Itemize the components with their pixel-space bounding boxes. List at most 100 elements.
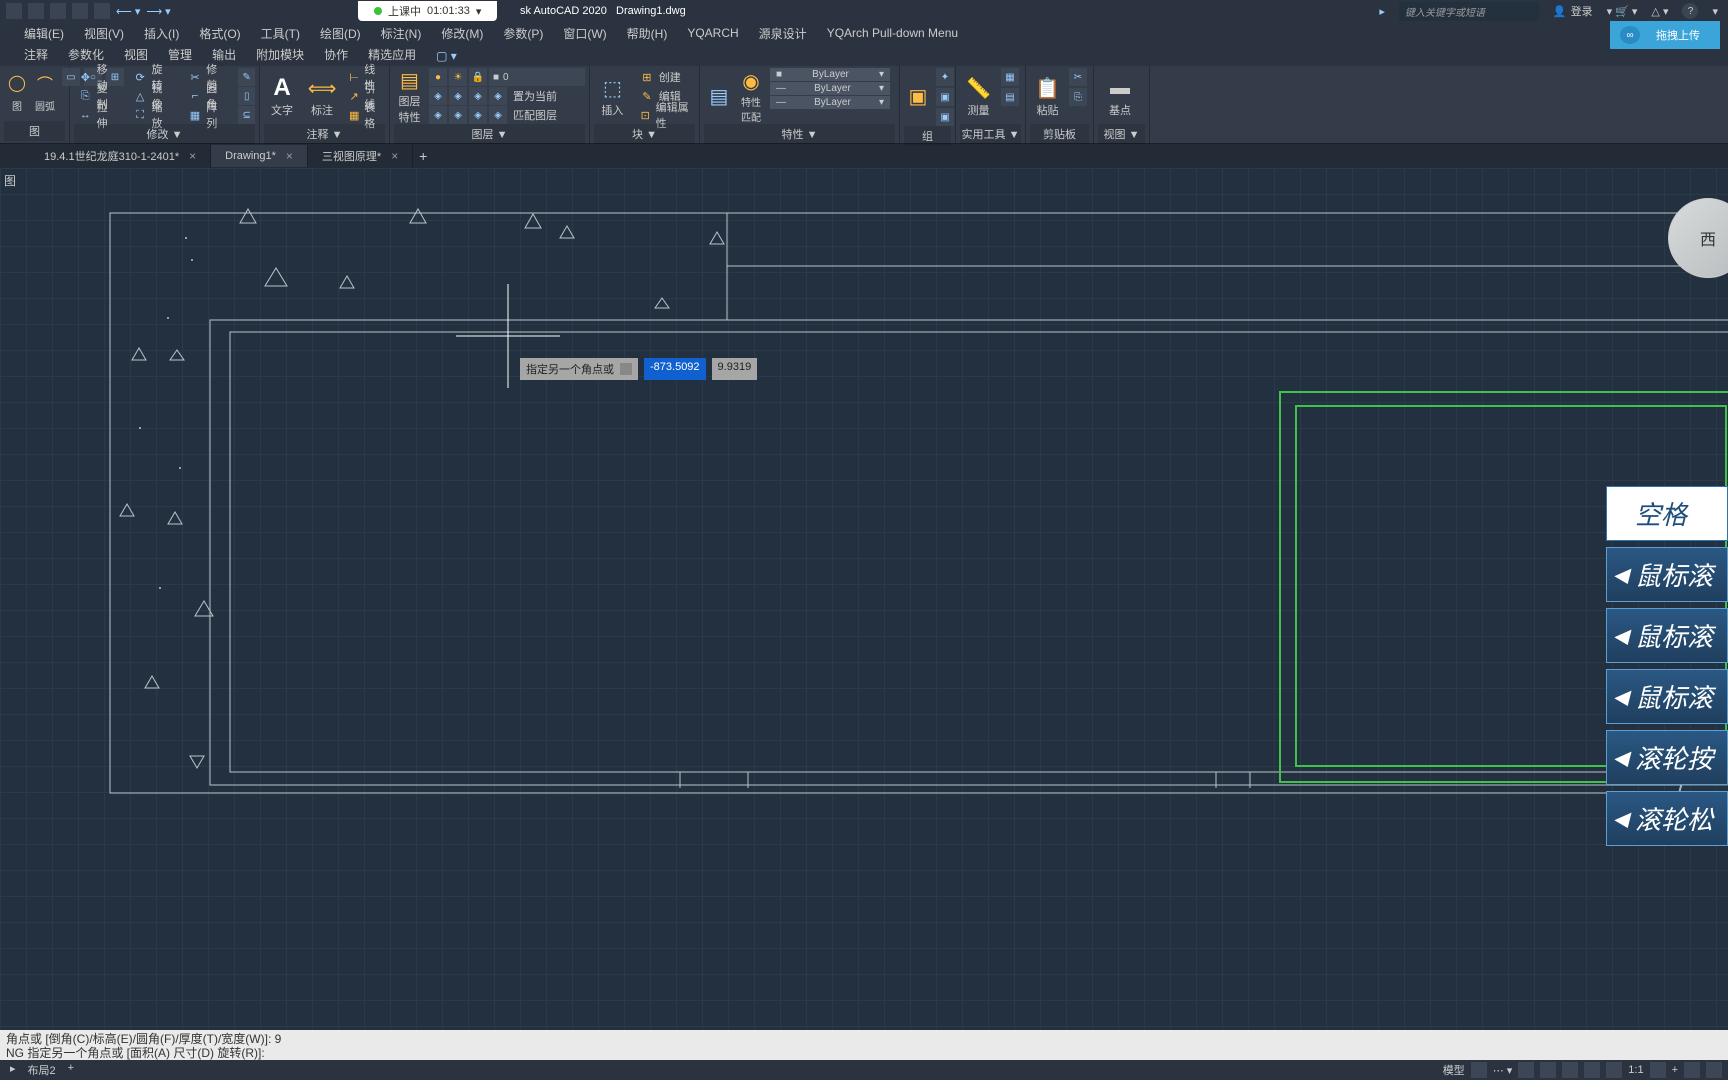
panel-draw-label[interactable]: 图 [4, 121, 65, 141]
sb-polar-icon[interactable] [1562, 1062, 1578, 1078]
sb-osnap-icon[interactable] [1584, 1062, 1600, 1078]
menu-insert[interactable]: 插入(I) [134, 22, 189, 45]
qat-open-icon[interactable] [50, 3, 66, 19]
layer-tool-1-icon[interactable]: ◈ [429, 87, 447, 105]
menu-window[interactable]: 窗口(W) [553, 22, 616, 45]
layer-combo[interactable]: ■ 0 [489, 68, 585, 86]
upload-button[interactable]: ∞ 拖拽上传 [1610, 21, 1720, 49]
text-button[interactable]: A文字 [264, 68, 300, 124]
group-tool-2-icon[interactable]: ▣ [936, 88, 954, 106]
close-icon[interactable]: × [286, 149, 293, 163]
basepoint-button[interactable]: ▬基点 [1098, 68, 1142, 124]
props-palette-button[interactable]: ▤ [704, 68, 734, 124]
layer-tool-8-icon[interactable]: ◈ [489, 106, 507, 124]
menu-edit[interactable]: 编辑(E) [14, 22, 74, 45]
menu-parametric[interactable]: 参数(P) [493, 22, 553, 45]
menu-yqarch[interactable]: YQARCH [677, 23, 748, 43]
line-icon[interactable]: ◯ [4, 68, 30, 98]
menu-draw[interactable]: 绘图(D) [310, 22, 371, 45]
panel-view-label[interactable]: 视图 ▼ [1098, 124, 1145, 144]
linetype-combo[interactable]: — ByLayer ▾ [770, 96, 890, 109]
ribbon-tab-extra-icon[interactable]: ▢ ▾ [426, 46, 467, 66]
menu-yqarch-pulldown[interactable]: YQArch Pull-down Menu [817, 23, 968, 43]
cut-icon[interactable]: ✂ [1069, 68, 1087, 86]
menu-modify[interactable]: 修改(M) [431, 22, 493, 45]
panel-groups-label[interactable]: 组 [904, 126, 951, 146]
table-button[interactable]: ▦表格 [344, 106, 385, 124]
login-button[interactable]: 👤 登录 [1553, 3, 1593, 19]
util-1-icon[interactable]: ▦ [1001, 68, 1019, 86]
dimension-button[interactable]: ⟺标注 [304, 68, 340, 124]
layout-tab-model[interactable]: ▸ [10, 1062, 16, 1078]
ribbon-tab-addins[interactable]: 附加模块 [246, 43, 314, 66]
explode-icon[interactable]: ▯ [238, 87, 255, 105]
qat-redo-icon[interactable]: ⟶ ▾ [146, 5, 170, 18]
dynamic-input-x[interactable]: -873.5092 [644, 358, 706, 380]
status-dropdown-icon[interactable]: ▾ [476, 5, 482, 18]
sb-snap-icon[interactable] [1518, 1062, 1534, 1078]
layer-tool-2-icon[interactable]: ◈ [449, 87, 467, 105]
copy-clip-icon[interactable]: ⎘ [1069, 88, 1087, 106]
color-combo[interactable]: ■ ByLayer ▾ [770, 68, 890, 81]
layer-tool-4-icon[interactable]: ◈ [489, 87, 507, 105]
sb-tool-icon[interactable] [1684, 1062, 1700, 1078]
group-tool-1-icon[interactable]: ✦ [936, 68, 954, 86]
menu-format[interactable]: 格式(O) [189, 22, 250, 45]
panel-utilities-label[interactable]: 实用工具 ▼ [960, 124, 1021, 144]
search-input[interactable]: 键入关键字或短语 [1399, 2, 1539, 21]
panel-annotate-label[interactable]: 注释 ▼ [264, 124, 385, 144]
layer-lock-icon[interactable]: 🔒 [469, 68, 487, 86]
drawing-viewport[interactable]: 图 [0, 168, 1728, 1034]
qat-plot-icon[interactable] [72, 3, 88, 19]
util-2-icon[interactable]: ▤ [1001, 88, 1019, 106]
edit-attrs-button[interactable]: ⊡编辑属性 [635, 106, 695, 124]
menu-help[interactable]: 帮助(H) [617, 22, 678, 45]
ribbon-tab-collaborate[interactable]: 协作 [314, 43, 358, 66]
cart-icon[interactable]: ▾ 🛒 ▾ [1607, 5, 1638, 18]
qat-saveas-icon[interactable] [28, 3, 44, 19]
menu-yuanquan[interactable]: 源泉设计 [749, 22, 817, 45]
ribbon-tab-annotate[interactable]: 注释 [14, 43, 58, 66]
layout-add-button[interactable]: + [68, 1062, 74, 1078]
match-layer-button[interactable]: 匹配图层 [509, 106, 561, 124]
scale-button[interactable]: ⛶缩放 [129, 106, 176, 124]
doc-tab-2[interactable]: Drawing1*× [211, 145, 308, 167]
qat-undo-icon[interactable]: ⟵ ▾ [116, 5, 140, 18]
sb-otrack-icon[interactable] [1606, 1062, 1622, 1078]
qat-save-icon[interactable] [6, 3, 22, 19]
menu-dimension[interactable]: 标注(N) [371, 22, 432, 45]
sb-gear-icon[interactable] [1650, 1062, 1666, 1078]
arc-icon[interactable]: ⌒ [32, 68, 58, 98]
sb-menu-icon[interactable] [1706, 1062, 1722, 1078]
array-button[interactable]: ▦阵列 [184, 106, 231, 124]
apps-icon[interactable]: △ ▾ [1651, 5, 1668, 18]
close-icon[interactable]: × [189, 149, 196, 163]
new-tab-button[interactable]: + [413, 148, 433, 164]
stretch-button[interactable]: ↔拉伸 [74, 106, 121, 124]
erase-icon[interactable]: ✎ [238, 68, 255, 86]
insert-block-button[interactable]: ⬚插入 [594, 68, 631, 124]
layer-properties-button[interactable]: ▤图层 特性 [394, 68, 425, 124]
sb-ratio[interactable]: 1:1 [1628, 1064, 1643, 1076]
panel-clipboard-label[interactable]: 剪贴板 [1030, 124, 1089, 144]
sb-ortho-icon[interactable] [1540, 1062, 1556, 1078]
paste-button[interactable]: 📋粘贴 [1030, 68, 1065, 124]
sb-more-icon[interactable]: ⋯ ▾ [1493, 1064, 1513, 1077]
create-block-button[interactable]: ⊞创建 [635, 68, 695, 86]
sb-plus-icon[interactable]: + [1672, 1064, 1678, 1076]
sb-grid-icon[interactable] [1471, 1062, 1487, 1078]
panel-modify-label[interactable]: 修改 ▼ [74, 124, 255, 144]
doc-tab-3[interactable]: 三视图原理*× [308, 144, 413, 168]
info-arrow-icon[interactable]: ▸ [1379, 5, 1385, 18]
layer-tool-6-icon[interactable]: ◈ [449, 106, 467, 124]
layer-tool-7-icon[interactable]: ◈ [469, 106, 487, 124]
command-line[interactable]: 角点或 [倒角(C)/标高(E)/圆角(F)/厚度(T)/宽度(W)]: 9 N… [0, 1030, 1728, 1060]
qat-print-icon[interactable] [94, 3, 110, 19]
offset-icon[interactable]: ⊆ [238, 106, 255, 124]
layer-tool-5-icon[interactable]: ◈ [429, 106, 447, 124]
lineweight-combo[interactable]: — ByLayer ▾ [770, 82, 890, 95]
dynamic-input-y[interactable]: 9.9319 [712, 358, 758, 380]
layer-freeze-icon[interactable]: ☀ [449, 68, 467, 86]
panel-block-label[interactable]: 块 ▼ [594, 124, 695, 144]
group-tool-3-icon[interactable]: ▣ [936, 108, 954, 126]
